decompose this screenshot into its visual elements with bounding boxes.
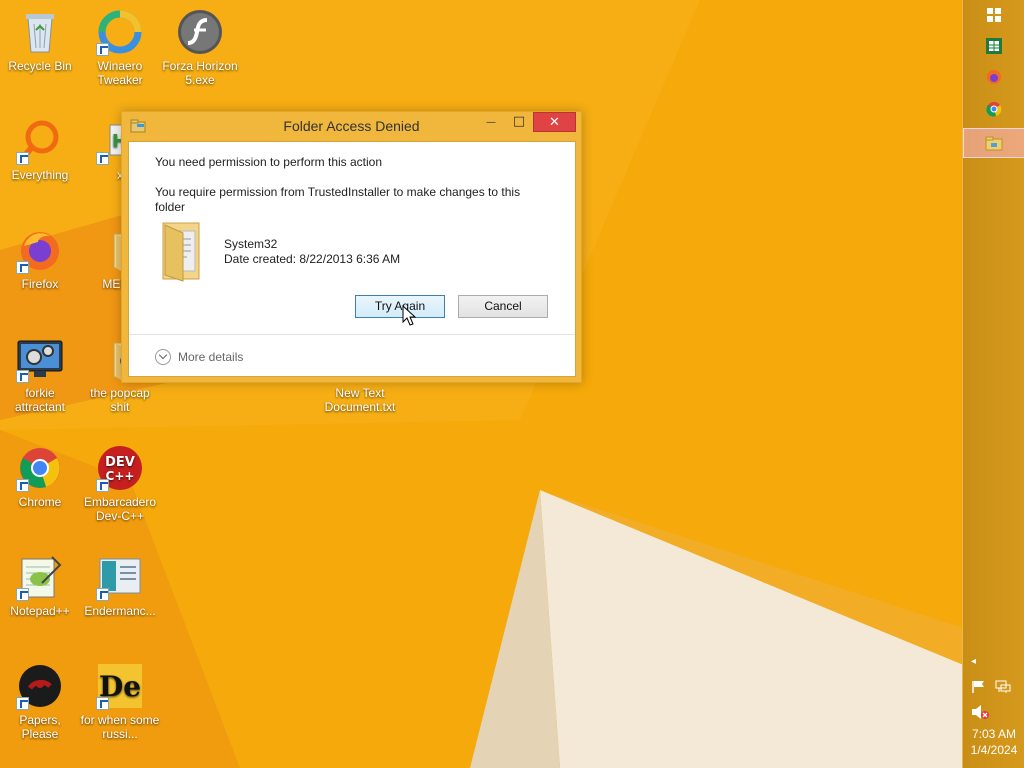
clock[interactable]: 7:03 AM 1/4/2024: [963, 726, 1024, 758]
minimize-button[interactable]: —: [478, 112, 504, 132]
maximize-icon: □: [512, 114, 526, 129]
close-icon: ✕: [549, 115, 560, 130]
desktop-icon-label: Embarcadero Dev-C++: [83, 495, 157, 523]
notepadpp-icon: [16, 553, 64, 601]
shortcut-arrow-icon: [16, 588, 29, 601]
desktop-icon-label: New Text Document.txt: [324, 386, 396, 414]
firefox-shortcut[interactable]: Firefox: [0, 226, 80, 291]
papers-please-shortcut[interactable]: Papers, Please: [0, 662, 80, 741]
file-explorer-icon: [985, 136, 1003, 151]
papers-please-icon: [16, 662, 64, 710]
desktop-icon-label: for when some russi...: [80, 713, 160, 741]
folder-name: System32: [224, 237, 278, 251]
chevron-down-icon: [155, 349, 171, 365]
shortcut-arrow-icon: [96, 152, 109, 165]
desktop-icon-label: Chrome: [18, 495, 62, 509]
de-shortcut[interactable]: De for when some russi...: [80, 662, 160, 741]
try-again-button[interactable]: Try Again: [355, 295, 445, 318]
svg-text:DEV: DEV: [105, 455, 135, 470]
desktop-icon-label: Forza Horizon 5.exe: [162, 59, 238, 87]
forza-horizon-shortcut[interactable]: Forza Horizon 5.exe: [160, 8, 240, 87]
desktop-icon-label: Firefox: [21, 277, 59, 291]
show-hidden-icons-button[interactable]: ◂: [971, 656, 976, 667]
cancel-button[interactable]: Cancel: [458, 295, 548, 318]
windows-start-icon: [987, 8, 1001, 22]
chrome-shortcut[interactable]: Chrome: [0, 444, 80, 509]
taskbar-firefox-button[interactable]: [963, 62, 1024, 92]
flash-icon: [176, 8, 224, 56]
desktop-icon-label: Winaero Tweaker: [97, 59, 143, 87]
volume-muted-icon: [972, 705, 989, 719]
shortcut-arrow-icon: [16, 697, 29, 710]
winaero-tweaker-icon: [96, 8, 144, 56]
chevron-left-icon: ◂: [971, 656, 977, 667]
desktop-icon-label: forkie attractant: [14, 386, 66, 414]
volume-button[interactable]: [971, 704, 989, 723]
folder-icon: [159, 217, 207, 283]
desktop-icon-label: Everything: [11, 168, 69, 182]
shortcut-arrow-icon: [16, 152, 29, 165]
firefox-icon: [16, 226, 64, 274]
clock-time: 7:03 AM: [971, 727, 1017, 741]
forkie-attractant-shortcut[interactable]: forkie attractant: [0, 335, 80, 414]
flag-icon: [972, 681, 984, 693]
folder-date-created: Date created: 8/22/2013 6:36 AM: [224, 252, 401, 266]
shortcut-arrow-icon: [16, 261, 29, 274]
dialog-heading: You need permission to perform this acti…: [155, 155, 383, 169]
desktop-icon-label: the popcap shit: [90, 386, 150, 414]
more-details-label: More details: [178, 350, 244, 364]
monitor-gears-icon: [16, 335, 64, 383]
taskbar: ◂ 7:03 AM 1/4/2024: [962, 0, 1024, 768]
shortcut-arrow-icon: [16, 370, 29, 383]
taskbar-chrome-button[interactable]: [963, 94, 1024, 124]
network-button[interactable]: [995, 680, 1011, 697]
de-app-icon: De: [96, 662, 144, 710]
shortcut-arrow-icon: [96, 479, 109, 492]
desktop-icon-label: Papers, Please: [19, 713, 61, 741]
excel-icon: [986, 38, 1002, 54]
window-app-icon: [96, 553, 144, 601]
firefox-icon: [987, 70, 1001, 84]
desktop-icon-label: Endermanc...: [84, 604, 156, 618]
endermanch-shortcut[interactable]: Endermanc...: [80, 553, 160, 618]
network-icon: [995, 680, 1011, 693]
devcpp-shortcut[interactable]: DEV C++ Embarcadero Dev-C++: [80, 444, 160, 523]
shortcut-arrow-icon: [96, 588, 109, 601]
close-button[interactable]: ✕: [533, 112, 576, 132]
dialog-body: You need permission to perform this acti…: [128, 141, 576, 377]
devcpp-icon: DEV C++: [96, 444, 144, 492]
more-details-toggle[interactable]: More details: [155, 347, 243, 367]
minimize-icon: —: [486, 117, 496, 128]
dialog-message: You require permission from TrustedInsta…: [155, 185, 521, 214]
notepadpp-shortcut[interactable]: Notepad++: [0, 553, 80, 618]
chrome-icon: [986, 102, 1002, 117]
recycle-bin-shortcut[interactable]: Recycle Bin: [0, 8, 80, 73]
folder-access-denied-dialog: Folder Access Denied — □ ✕ You need perm…: [121, 111, 582, 383]
action-center-flag-button[interactable]: [971, 680, 987, 697]
shortcut-arrow-icon: [96, 43, 109, 56]
maximize-button[interactable]: □: [506, 112, 532, 132]
mouse-cursor-icon: [402, 305, 416, 326]
recycle-bin-icon: [16, 8, 64, 56]
desktop-icon-label: Notepad++: [10, 604, 70, 618]
shortcut-arrow-icon: [16, 479, 29, 492]
shortcut-arrow-icon: [96, 697, 109, 710]
winaero-tweaker-shortcut[interactable]: Winaero Tweaker: [80, 8, 160, 87]
everything-search-icon: [16, 117, 64, 165]
svg-text:C++: C++: [106, 469, 135, 483]
clock-date: 1/4/2024: [970, 743, 1018, 757]
taskbar-explorer-button[interactable]: [963, 128, 1024, 158]
dialog-separator: [129, 334, 575, 335]
everything-shortcut[interactable]: Everything: [0, 117, 80, 182]
chrome-icon: [16, 444, 64, 492]
start-button[interactable]: [963, 0, 1024, 30]
taskbar-excel-button[interactable]: [963, 31, 1024, 61]
desktop-icon-label: Recycle Bin: [8, 59, 72, 73]
